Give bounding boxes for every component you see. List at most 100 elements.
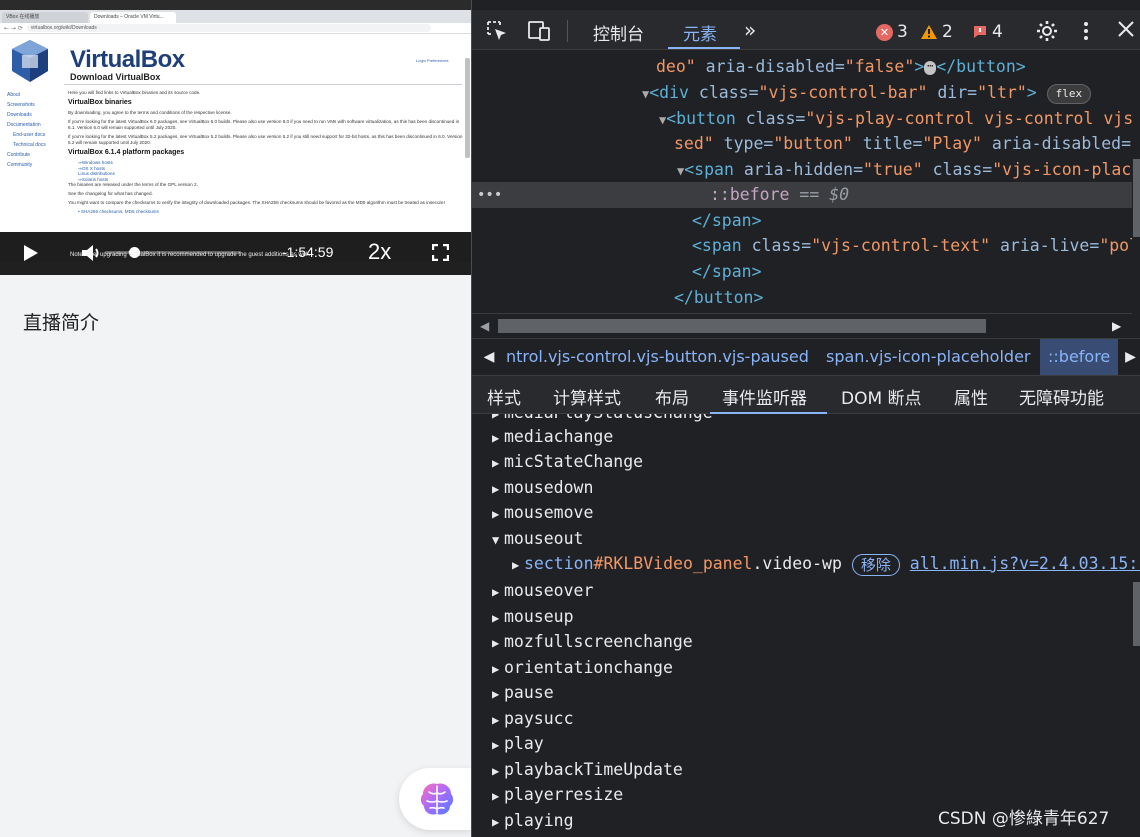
event-item[interactable]: ▶ pause [492, 680, 554, 706]
playback-rate-button[interactable]: 2x [368, 239, 391, 265]
tab-console[interactable]: 控制台 [593, 20, 644, 45]
breadcrumb-item-selected[interactable]: ::before [1040, 339, 1119, 375]
event-item[interactable]: ▶ mouseover [492, 578, 593, 604]
warning-count-badge[interactable]: 2 [920, 22, 953, 42]
event-item[interactable]: ▶ playbackTimeUpdate [492, 757, 683, 783]
site-intro: Here you will find links to VirtualBox b… [68, 90, 201, 95]
elements-horizontal-scrollbar[interactable]: ◀ ▶ [472, 313, 1132, 337]
event-item[interactable]: ▶ playing [492, 808, 574, 834]
collapsed-content-ellipsis[interactable]: ⋯ [924, 60, 937, 75]
tab-layout[interactable]: 布局 [655, 384, 689, 409]
dom-line-selected[interactable]: ::before == $0 [710, 182, 849, 208]
site-para: If you're looking for the latest Virtual… [68, 119, 460, 130]
recorded-tab: Downloads – Oracle VM Virtu... [90, 12, 176, 23]
event-item-expanded[interactable]: ▼ mouseout [492, 526, 583, 552]
listeners-vertical-scrollbar[interactable] [1132, 414, 1140, 837]
flex-layout-badge[interactable]: flex [1046, 83, 1092, 104]
remove-listener-button[interactable]: 移除 [851, 553, 900, 576]
devtools-panel: 控制台 元素 » ✕ 3 2 4 ••• deo" aria-disabled=… [471, 0, 1140, 837]
site-heading: VirtualBox binaries [68, 99, 132, 106]
event-item[interactable]: ▶ mousemove [492, 500, 593, 526]
device-toolbar-icon[interactable] [527, 20, 551, 42]
recorded-tab: VBox 在线播放 [2, 12, 88, 23]
breadcrumb-item[interactable]: ntrol.vjs-control.vjs-button.vjs-paused [506, 339, 809, 375]
play-button[interactable] [24, 245, 38, 261]
collapsed-triangle-icon: ▶ [492, 611, 500, 625]
sidebar-link: Contribute [7, 152, 31, 158]
site-divider [64, 84, 462, 85]
settings-gear-icon[interactable] [1036, 20, 1058, 42]
sidebar-link: Technical docs [13, 142, 46, 148]
tab-properties[interactable]: 属性 [954, 384, 988, 409]
scroll-thumb[interactable] [1133, 582, 1140, 646]
dom-line[interactable]: ▼<div class="vjs-control-bar" dir="ltr">… [642, 80, 1092, 106]
event-item[interactable]: ▶ mousedown [492, 475, 593, 501]
site-main: Here you will find links to VirtualBox b… [68, 90, 464, 215]
listener-entry[interactable]: ▶ section#RKLBVideo_panel.video-wp 移除 all… [512, 551, 1140, 577]
tab-accessibility[interactable]: 无障碍功能 [1019, 384, 1104, 409]
site-heading: VirtualBox 6.1.4 platform packages [68, 149, 185, 156]
dom-line[interactable]: <span class="vjs-control-text" aria-live… [692, 233, 1139, 259]
web-page: VBox 在线播放 Downloads – Oracle VM Virtu...… [0, 0, 471, 837]
event-item[interactable]: ▶ orientationchange [492, 655, 673, 681]
ai-assistant-button[interactable] [399, 768, 471, 830]
event-item[interactable]: ▶ micStateChange [492, 449, 643, 475]
sidebar-link: End-user docs [13, 132, 46, 138]
breadcrumb-left-arrow-icon[interactable]: ◀ [472, 339, 506, 375]
elements-tree: ••• deo" aria-disabled="false"> ⋯ </button… [472, 51, 1140, 313]
collapsed-triangle-icon: ▶ [492, 738, 500, 752]
dom-line[interactable]: </button> [674, 285, 763, 311]
inspect-element-icon[interactable] [486, 20, 508, 42]
video-player[interactable]: VBox 在线播放 Downloads – Oracle VM Virtu...… [0, 0, 471, 275]
collapsed-triangle-icon: ▶ [492, 815, 500, 829]
dom-line[interactable]: ▼<button class="vjs-play-control vjs-con… [659, 106, 1133, 132]
dom-line[interactable]: </span> [692, 208, 762, 234]
warning-count: 2 [942, 22, 953, 42]
event-item[interactable]: ▶ mouseup [492, 604, 574, 630]
dom-line[interactable]: deo" aria-disabled="false"> ⋯ </button> [656, 54, 1026, 80]
dom-line[interactable]: </span> [692, 259, 762, 285]
site-para: See the changelog for what has changed. [68, 191, 153, 197]
more-options-icon[interactable] [1082, 20, 1090, 42]
scroll-right-icon[interactable]: ▶ [1112, 319, 1121, 333]
sidebar-link: Downloads [7, 112, 32, 118]
scroll-left-icon[interactable]: ◀ [480, 319, 489, 333]
event-item[interactable]: ▶ mozfullscreenchange [492, 629, 693, 655]
close-devtools-icon[interactable] [1117, 20, 1135, 38]
brain-icon [420, 783, 454, 815]
dom-line[interactable]: sed" type="button" title="Play" aria-dis… [674, 131, 1131, 157]
event-item[interactable]: ▶ paysucc [492, 706, 574, 732]
tab-elements[interactable]: 元素 [683, 20, 717, 45]
virtualbox-page: VirtualBox Download VirtualBox Login Pre… [0, 34, 471, 232]
tab-event-listeners[interactable]: 事件监听器 [722, 384, 807, 409]
breadcrumb-right-arrow-icon[interactable]: ▶ [1120, 339, 1140, 375]
tab-styles[interactable]: 样式 [487, 384, 521, 409]
error-count: 3 [897, 22, 908, 42]
event-item[interactable]: ▶ mediachange [492, 424, 613, 450]
fullscreen-icon[interactable] [432, 244, 449, 261]
breadcrumb-item[interactable]: span.vjs-icon-placeholder [826, 339, 1031, 375]
issues-count-badge[interactable]: 4 [972, 22, 1003, 42]
error-count-badge[interactable]: ✕ 3 [876, 22, 908, 42]
nav-arrows-icon: ← → ⟳ [4, 24, 23, 32]
recorded-note: Note: After upgrading VirtualBox it is r… [70, 252, 311, 258]
sidebar-link: About [7, 92, 21, 98]
issues-count: 4 [992, 22, 1003, 42]
site-para: The binaries are released under the term… [68, 182, 198, 188]
dom-line[interactable]: ▼<span aria-hidden="true" class="vjs-ico… [677, 157, 1131, 183]
site-para: By downloading, you agree to the terms a… [68, 110, 232, 115]
more-tabs-icon[interactable]: » [744, 18, 756, 42]
event-item[interactable]: ▶ play [492, 731, 544, 757]
devtools-toolbar: 控制台 元素 » ✕ 3 2 4 [472, 10, 1140, 50]
tab-dom-breakpoints[interactable]: DOM 断点 [841, 384, 922, 409]
scroll-thumb[interactable] [1133, 159, 1140, 237]
warning-icon [921, 25, 937, 39]
tab-computed[interactable]: 计算样式 [553, 384, 621, 409]
scroll-thumb[interactable] [498, 319, 986, 333]
node-actions-icon[interactable]: ••• [477, 182, 502, 208]
event-item[interactable]: ▶ playerresize [492, 782, 623, 808]
collapsed-triangle-icon: ▶ [492, 636, 500, 650]
video-top-strip [0, 0, 471, 10]
listener-source-link[interactable]: all.min.js?v=2.4.03.15:1 [910, 554, 1140, 573]
elements-vertical-scrollbar[interactable] [1132, 51, 1140, 313]
